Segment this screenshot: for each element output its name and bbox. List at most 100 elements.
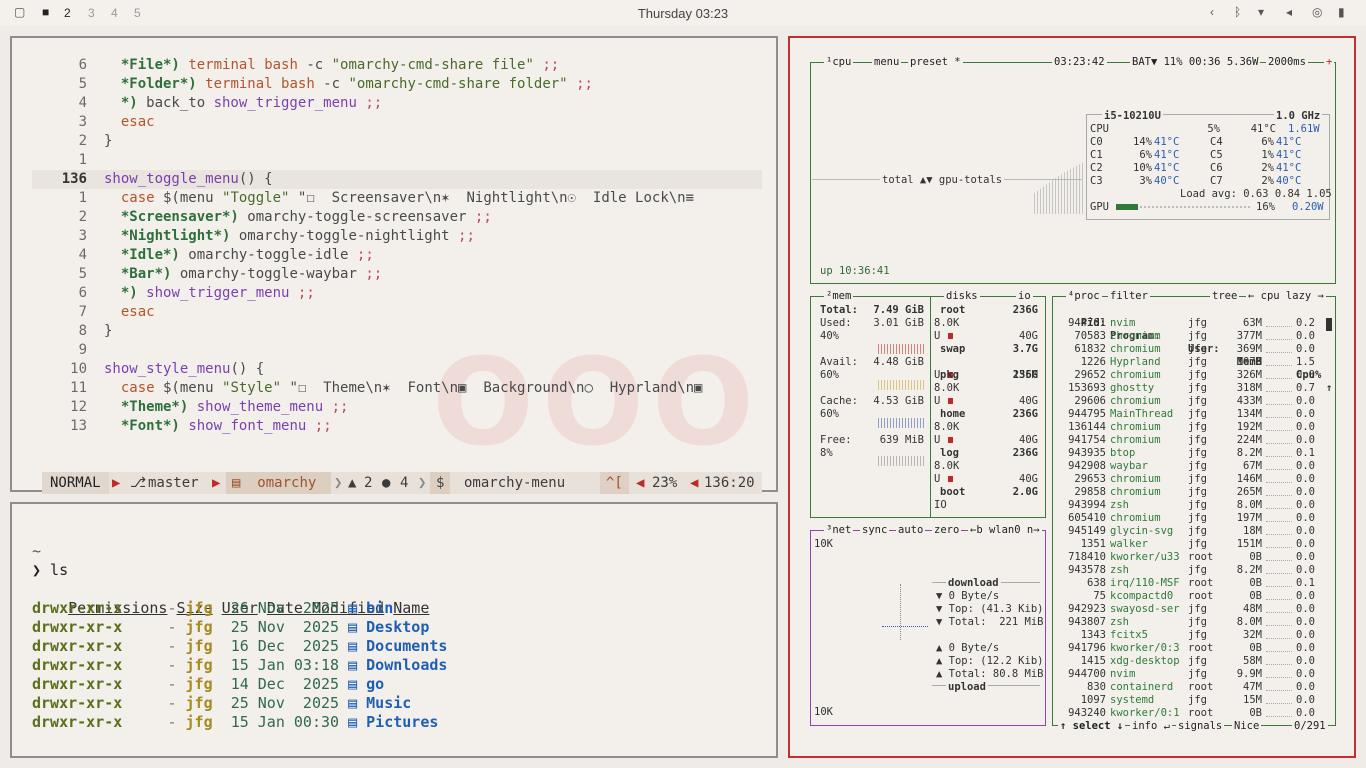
graph-mode-toggle[interactable]: total ▲▼ gpu-totals [880,174,1005,187]
proc-scrollbar[interactable] [1326,318,1332,331]
process-program: kworker/0:3 [1110,642,1180,654]
proc-info[interactable]: info ↵ [1130,720,1172,733]
proc-tree-toggle[interactable]: tree [1210,290,1240,303]
editor-line[interactable]: 3 esac [32,113,762,132]
mem-box-title[interactable]: ²mem [824,290,854,303]
proc-nice[interactable]: Nice [1232,720,1262,733]
editor-line[interactable]: 9 [32,341,762,360]
editor-line[interactable]: 4 *) back_to show_trigger_menu ;; [32,94,762,113]
proc-select[interactable]: ↑ select ↓ [1058,720,1126,733]
nvim-window[interactable]: OOO 6 *File*) terminal bash -c "omarchy-… [10,36,778,494]
process-cpu: 0.0 [1296,421,1315,433]
clock[interactable]: Thursday 03:23 [0,6,1366,21]
process-user: jfg [1188,434,1207,446]
disk-io: 8.0K [934,421,960,433]
proc-box-title[interactable]: ⁴proc [1066,290,1102,303]
line-number: 13 [70,418,87,434]
editor-line[interactable]: 13 *Font*) show_font_menu ;; [32,417,762,436]
process-cpu: 0.0 [1296,629,1315,641]
mem-value: 7.49 GiB [873,304,924,316]
bluetooth-icon[interactable]: ᛒ [1234,5,1241,19]
battery-icon[interactable]: ▮ [1338,5,1345,19]
editor-line[interactable]: 6 *) show_trigger_menu ;; [32,284,762,303]
net-zero-toggle[interactable]: zero [932,524,962,537]
process-cpu: 0.0 [1296,512,1315,524]
net-auto-toggle[interactable]: auto [896,524,926,537]
process-user: jfg [1188,343,1207,355]
ls-row[interactable]: drwxr-xr-x - jfg 16 Dec 2025 ▤ Documents [32,637,447,656]
editor-line[interactable]: 10 show_style_menu() { [32,360,762,379]
editor-line[interactable]: 5 *Folder*) terminal bash -c "omarchy-cm… [32,75,762,94]
menu-button[interactable]: menu [872,56,902,69]
io-toggle[interactable]: io [1016,290,1033,303]
proc-sort[interactable]: ← cpu lazy → [1246,290,1326,303]
btop-window[interactable]: ¹cpu menu preset * 03:23:42 BAT▼ 11% 00:… [788,36,1356,758]
permissions: drwxr-xr-x [32,656,123,674]
chevron-left-icon[interactable]: ‹ [1210,5,1214,19]
disk-name: pkg [940,369,959,381]
core-name: C7 [1210,175,1223,187]
cpu-graph [1266,521,1292,522]
editor-line[interactable]: 8} [32,322,762,341]
ls-row[interactable]: drwxr-xr-x - jfg 26 Nov 2025 ▤ bin [32,599,393,618]
cpu-graph [1266,599,1292,600]
editor-line[interactable]: 1 [32,151,762,170]
process-program: zsh [1110,499,1129,511]
cpu-box-title[interactable]: ¹cpu [824,56,854,69]
proc-signals[interactable]: signals [1176,720,1225,733]
warning-icon: ▲ [348,475,357,491]
process-mem: 67M [1243,460,1262,472]
download-label: download [946,577,1001,590]
cpu-power: 1.61W [1288,123,1320,135]
btop-clock: 03:23:42 [1052,56,1107,69]
editor-line[interactable]: 2} [32,132,762,151]
ls-row[interactable]: drwxr-xr-x - jfg 15 Jan 00:30 ▤ Pictures [32,713,438,732]
preset-button[interactable]: preset * [908,56,963,69]
interval-plus-icon[interactable]: + [1324,56,1335,69]
ls-row[interactable]: drwxr-xr-x - jfg 25 Nov 2025 ▤ Desktop [32,618,429,637]
code-text: *Screensaver*) omarchy-toggle-screensave… [120,209,492,225]
editor-line[interactable]: 4 *Idle*) omarchy-toggle-idle ;; [32,246,762,265]
cpu-graph [1266,456,1292,457]
process-mem: 8.2M [1236,564,1262,576]
editor-line[interactable]: 12 *Theme*) show_theme_menu ;; [32,398,762,417]
ls-row[interactable]: drwxr-xr-x - jfg 15 Jan 03:18 ▤ Download… [32,656,447,675]
process-cpu: 0.0 [1296,707,1315,719]
cpu-graph [1266,326,1292,327]
editor-line[interactable]: 3 *Nightlight*) omarchy-toggle-nightligh… [32,227,762,246]
process-mem: 0B [1249,707,1262,719]
volume-icon[interactable]: ◂ [1286,5,1292,19]
editor-line[interactable]: 5 *Bar*) omarchy-toggle-waybar ;; [32,265,762,284]
net-interface[interactable]: ←b wlan0 n→ [968,524,1042,537]
editor-line[interactable]: 136 show_toggle_menu() { [32,170,762,189]
process-mem: 0B [1249,590,1262,602]
editor-line[interactable]: 6 *File*) terminal bash -c "omarchy-cmd-… [32,56,762,75]
ls-row[interactable]: drwxr-xr-x - jfg 25 Nov 2025 ▤ Music [32,694,411,713]
cpu-graph [1266,534,1292,535]
date-modified: 14 Dec 2025 [230,675,340,693]
terminal-window[interactable]: ~ ❯ ls Permissions Size User Date Modifi… [10,502,778,758]
cpu-graph [1266,391,1292,392]
process-mem: 377M [1236,330,1262,342]
separator-icon: ◀ [636,475,645,491]
editor-line[interactable]: 2 *Screensaver*) omarchy-toggle-screensa… [32,208,762,227]
net-box-title[interactable]: ³net [824,524,854,537]
ls-row[interactable]: drwxr-xr-x - jfg 14 Dec 2025 ▤ go [32,675,384,694]
net-sync-toggle[interactable]: sync [860,524,890,537]
cpu-icon[interactable]: ◎ [1312,5,1322,19]
editor-line[interactable]: 1 case $(menu "Toggle" "☐ Screensaver\n✶… [32,189,762,208]
proc-filter[interactable]: filter [1108,290,1150,303]
process-user: jfg [1188,460,1207,472]
process-program: Hyprland [1110,356,1161,368]
update-interval[interactable]: 2000ms [1266,56,1308,69]
wifi-icon[interactable]: ▾ [1258,5,1264,19]
process-cpu: 0.0 [1296,460,1315,472]
editor-line[interactable]: 7 esac [32,303,762,322]
process-cpu: 0.0 [1296,603,1315,615]
disks-title[interactable]: disks [944,290,980,303]
editor-line[interactable]: 11 case $(menu "Style" "☐ Theme\n✶ Font\… [32,379,762,398]
cpu-graph [1266,495,1292,496]
cpu-graph [1266,677,1292,678]
process-cpu: 0.0 [1296,395,1315,407]
process-program: ghostty [1110,382,1155,394]
